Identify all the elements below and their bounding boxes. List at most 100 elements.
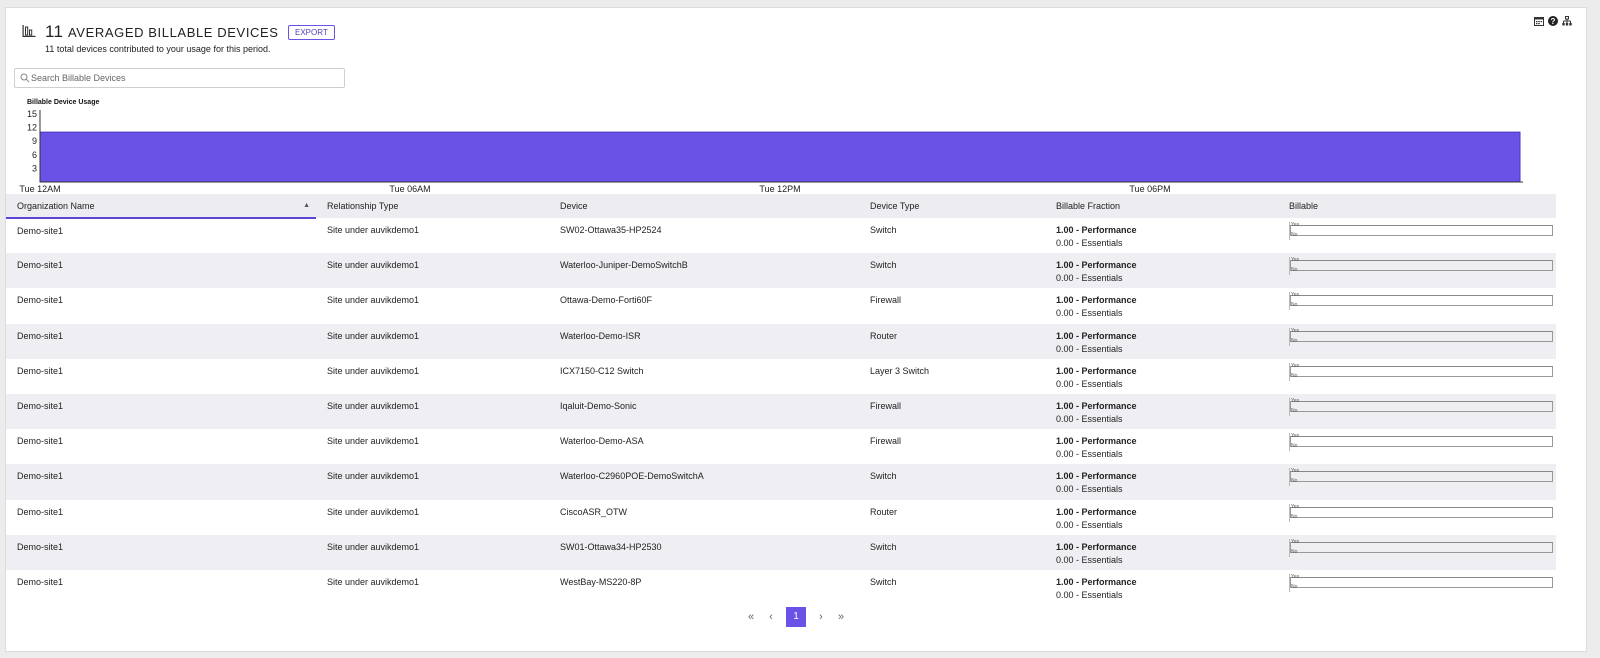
mini-label-yes: Yes [1291,327,1300,334]
mini-label-yes: Yes [1291,362,1300,369]
column-org-name[interactable]: Organization Name ▲ [6,194,316,219]
first-page-button[interactable]: « [746,611,756,623]
mini-label-no: No [1291,513,1298,520]
essentials-fraction: 0.00 - Essentials [1056,273,1123,284]
essentials-fraction: 0.00 - Essentials [1056,449,1123,460]
cell-relationship: Site under auvikdemo1 [327,365,420,376]
calendar-icon[interactable] [1534,16,1544,26]
column-billable-fraction[interactable]: Billable Fraction [1045,194,1278,218]
table-row[interactable]: Demo-site1 Site under auvikdemo1 Iqaluit-D… [6,393,1556,430]
device-count: 11 [45,22,64,41]
table-row[interactable]: Demo-site1 Site under auvikdemo1 Waterloo-… [6,253,1556,289]
billable-mini-chart: Yes No [1289,503,1554,522]
cell-billable-fraction: 1.00 - Performance 0.00 - Essentials [1045,394,1278,429]
cell-billable: Yes No [1278,500,1556,535]
cell-relationship: Site under auvikdemo1 [327,471,420,482]
column-relationship[interactable]: Relationship Type [316,194,549,218]
performance-fraction: 1.00 - Performance [1056,506,1137,517]
page-title: 11 Averaged Billable Devices [45,22,279,42]
prev-page-button[interactable]: ‹ [766,611,776,623]
usage-area [39,131,1521,183]
y-tick-label: 9 [32,136,37,146]
table-row[interactable]: Demo-site1 Site under auvikdemo1 Waterloo-… [6,323,1556,359]
cell-org: Demo-site1 [17,295,64,306]
cell-org: Demo-site1 [17,576,64,587]
cell-billable-fraction: 1.00 - Performance 0.00 - Essentials [1045,218,1278,253]
essentials-fraction: 0.00 - Essentials [1056,378,1123,389]
table-row[interactable]: Demo-site1 Site under auvikdemo1 SW01-Otta… [6,534,1556,570]
export-button[interactable]: EXPORT [288,25,335,40]
cell-device: Waterloo-Juniper-DemoSwitchB [560,260,688,271]
essentials-fraction: 0.00 - Essentials [1056,343,1123,354]
cell-org: Demo-site1 [17,400,64,411]
billable-mini-chart: Yes No [1289,257,1554,276]
svg-text:?: ? [1551,17,1556,26]
cell-relationship: Site under auvikdemo1 [327,260,420,271]
mini-label-no: No [1291,267,1298,274]
billable-mini-chart: Yes No [1289,397,1554,416]
cell-org: Demo-site1 [17,436,64,447]
cell-device: Iqaluit-Demo-Sonic [560,400,637,411]
column-device-type[interactable]: Device Type [859,194,1045,218]
essentials-fraction: 0.00 - Essentials [1056,308,1123,319]
table-row[interactable]: Demo-site1 Site under auvikdemo1 SW02-Otta… [6,218,1556,253]
cell-billable-fraction: 1.00 - Performance 0.00 - Essentials [1045,464,1278,499]
table-row[interactable]: Demo-site1 Site under auvikdemo1 Waterloo-… [6,464,1556,500]
page-1-button[interactable]: 1 [786,607,806,627]
table-row[interactable]: Demo-site1 Site under auvikdemo1 WestBay-M… [6,570,1556,605]
x-tick-label: Tue 06PM [1129,184,1170,194]
mini-label-no: No [1291,337,1298,344]
x-tick-label: Tue 12PM [759,184,800,194]
cell-org: Demo-site1 [17,260,64,271]
cell-billable: Yes No [1278,359,1556,394]
usage-chart: Billable Device Usage 15 12 9 6 3 Tue 12AM Tue… [6,96,1586,196]
cell-relationship: Site under auvikdemo1 [327,225,420,235]
billable-bar [1290,400,1553,412]
cell-relationship: Site under auvikdemo1 [327,400,420,411]
performance-fraction: 1.00 - Performance [1056,260,1137,271]
billable-mini-chart: Yes No [1289,362,1554,381]
mini-label-yes: Yes [1291,433,1300,440]
column-billable[interactable]: Billable [1278,194,1556,218]
search-input[interactable] [31,71,331,85]
table-row[interactable]: Demo-site1 Site under auvikdemo1 CiscoASR_… [6,500,1556,535]
help-icon[interactable]: ? [1548,16,1558,26]
cell-billable-fraction: 1.00 - Performance 0.00 - Essentials [1045,535,1278,570]
table-row[interactable]: Demo-site1 Site under auvikdemo1 Waterloo-… [6,429,1556,464]
cell-device: SW02-Ottawa35-HP2524 [560,225,662,235]
cell-billable-fraction: 1.00 - Performance 0.00 - Essentials [1045,324,1278,359]
cell-device-type: Switch [870,471,897,482]
table-row[interactable]: Demo-site1 Site under auvikdemo1 Ottawa-De… [6,288,1556,323]
billable-bar [1290,365,1553,377]
table-row[interactable]: Demo-site1 Site under auvikdemo1 ICX7150-C… [6,359,1556,394]
column-device[interactable]: Device [549,194,859,218]
performance-fraction: 1.00 - Performance [1056,576,1137,587]
performance-fraction: 1.00 - Performance [1056,541,1137,552]
mini-label-yes: Yes [1291,503,1300,510]
cell-billable-fraction: 1.00 - Performance 0.00 - Essentials [1045,570,1278,605]
performance-fraction: 1.00 - Performance [1056,365,1137,376]
y-tick-label: 6 [32,150,37,160]
mini-label-yes: Yes [1291,468,1300,475]
cell-org: Demo-site1 [17,330,64,341]
mini-label-no: No [1291,443,1298,450]
billable-bar [1290,436,1553,448]
cell-relationship: Site under auvikdemo1 [327,436,420,447]
cell-org: Demo-site1 [17,365,64,376]
cell-device-type: Router [870,506,898,517]
devices-table: Organization Name ▲ Relationship Type Dev… [6,194,1586,605]
mini-label-no: No [1291,478,1298,485]
mini-label-yes: Yes [1291,222,1300,228]
cell-relationship: Site under auvikdemo1 [327,506,420,517]
cell-device: SW01-Ottawa34-HP2530 [560,541,662,552]
topology-icon[interactable] [1562,16,1572,26]
cell-billable: Yes No [1278,464,1556,499]
last-page-button[interactable]: » [836,611,846,623]
billable-mini-chart: Yes No [1289,468,1554,487]
cell-device-type: Switch [870,576,897,587]
cell-relationship: Site under auvikdemo1 [327,576,420,587]
next-page-button[interactable]: › [816,611,826,623]
cell-billable: Yes No [1278,218,1556,253]
essentials-fraction: 0.00 - Essentials [1056,484,1123,495]
essentials-fraction: 0.00 - Essentials [1056,519,1123,530]
